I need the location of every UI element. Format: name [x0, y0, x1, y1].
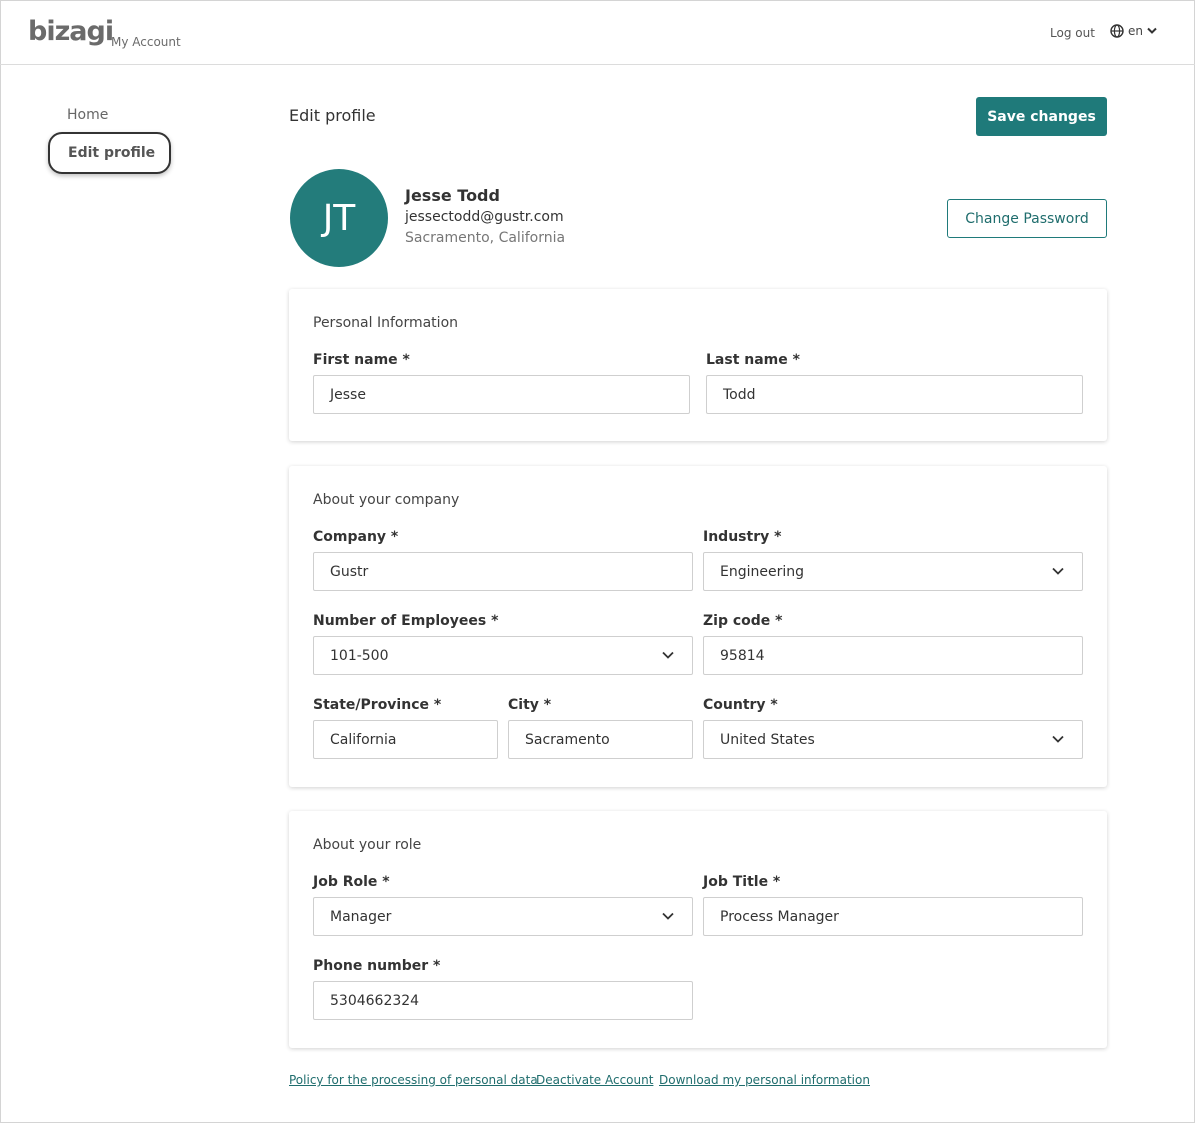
employees-select[interactable]: 101-500 [313, 636, 693, 675]
job-title-label: Job Title * [703, 874, 781, 890]
save-changes-button[interactable]: Save changes [976, 97, 1107, 136]
phone-label: Phone number * [313, 958, 441, 974]
company-card: About your company Company * Gustr Indus… [289, 466, 1107, 787]
company-field[interactable]: Gustr [313, 552, 693, 591]
logo-subtitle: My Account [111, 35, 181, 49]
last-name-field[interactable]: Todd [706, 375, 1083, 414]
language-selector[interactable]: en [1110, 24, 1157, 38]
sidebar-item-edit-profile[interactable]: Edit profile [48, 132, 171, 174]
download-data-link[interactable]: Download my personal information [659, 1073, 870, 1087]
deactivate-account-link[interactable]: Deactivate Account [536, 1073, 653, 1087]
city-label: City * [508, 697, 552, 713]
section-title: About your role [313, 837, 422, 853]
job-role-label: Job Role * [313, 874, 390, 890]
sidebar-item-label: Edit profile [68, 145, 156, 161]
bizagi-logo[interactable]: bizagi [28, 16, 114, 47]
industry-value: Engineering [720, 563, 804, 580]
zip-field[interactable]: 95814 [703, 636, 1083, 675]
profile-email: jessectodd@gustr.com [405, 209, 564, 225]
job-role-select[interactable]: Manager [313, 897, 693, 936]
state-field[interactable]: California [313, 720, 498, 759]
chevron-down-icon [1052, 735, 1064, 743]
first-name-label: First name * [313, 352, 410, 368]
job-role-value: Manager [330, 908, 392, 925]
profile-name: Jesse Todd [405, 186, 500, 205]
sidebar-item-home[interactable]: Home [67, 107, 108, 123]
logout-link[interactable]: Log out [1050, 26, 1095, 40]
chevron-down-icon [1052, 567, 1064, 575]
profile-location: Sacramento, California [405, 230, 566, 246]
country-value: United States [720, 731, 815, 748]
state-label: State/Province * [313, 697, 442, 713]
chevron-down-icon [662, 912, 674, 920]
country-label: Country * [703, 697, 778, 713]
policy-link[interactable]: Policy for the processing of personal da… [289, 1073, 538, 1087]
company-label: Company * [313, 529, 399, 545]
role-card: About your role Job Role * Manager Job T… [289, 811, 1107, 1048]
job-title-field[interactable]: Process Manager [703, 897, 1083, 936]
city-field[interactable]: Sacramento [508, 720, 693, 759]
industry-label: Industry * [703, 529, 782, 545]
section-title: About your company [313, 492, 460, 508]
industry-select[interactable]: Engineering [703, 552, 1083, 591]
chevron-down-icon [1147, 27, 1157, 35]
employees-value: 101-500 [330, 647, 389, 664]
avatar: JT [290, 169, 388, 267]
phone-field[interactable]: 5304662324 [313, 981, 693, 1020]
last-name-label: Last name * [706, 352, 800, 368]
country-select[interactable]: United States [703, 720, 1083, 759]
top-bar: bizagi My Account Log out en [0, 0, 1195, 65]
first-name-field[interactable]: Jesse [313, 375, 690, 414]
chevron-down-icon [662, 651, 674, 659]
globe-icon [1110, 24, 1124, 38]
zip-label: Zip code * [703, 613, 783, 629]
language-label: en [1128, 24, 1143, 38]
section-title: Personal Information [313, 315, 459, 331]
personal-info-card: Personal Information First name * Jesse … [289, 289, 1107, 441]
change-password-button[interactable]: Change Password [947, 199, 1107, 238]
employees-label: Number of Employees * [313, 613, 499, 629]
page-title: Edit profile [289, 106, 376, 125]
